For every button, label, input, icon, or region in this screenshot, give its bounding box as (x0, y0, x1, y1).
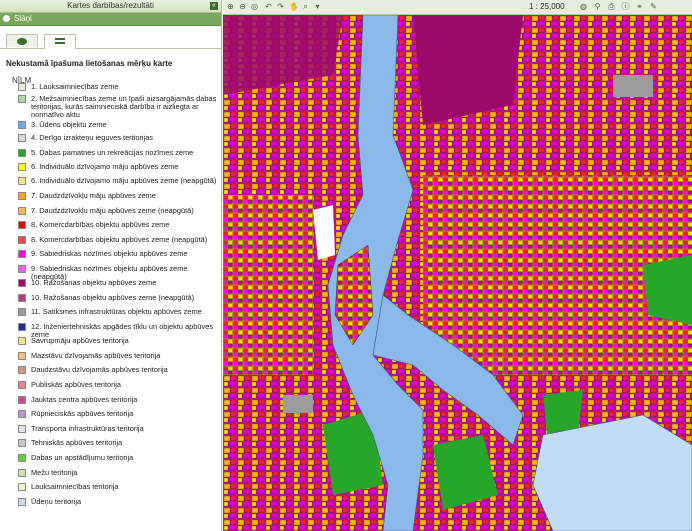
legend-swatch (18, 308, 26, 316)
tab-layers[interactable] (6, 34, 38, 47)
measure-icon[interactable]: ⚲ (593, 2, 602, 11)
legend-swatch (18, 250, 26, 258)
park-zone (643, 255, 692, 325)
legend-label: 1. Lauksaimniecības zeme (31, 82, 119, 91)
legend-label: 8. Komercdarbības objektu apbūves zeme (31, 220, 170, 229)
legend-label: 5. Dabas pamatnes un rekreācijas nozīmes… (31, 148, 194, 157)
layers-header-label: Slāņi (14, 14, 32, 23)
legend-swatch (18, 177, 26, 185)
panel-tabs (0, 34, 221, 49)
layers-icon (3, 15, 10, 22)
transport-zone (613, 75, 653, 97)
legend-label: Mežu teritorija (31, 468, 78, 477)
legend-swatch (18, 192, 26, 200)
print-icon[interactable]: ⎙ (607, 2, 616, 11)
legend-swatch (18, 294, 26, 302)
legend-label: Savrupmāju apbūves teritorija (31, 336, 129, 345)
urban-area-west (223, 195, 313, 375)
legend-label: 10. Ražošanas objektu apbūves zeme (neap… (31, 293, 195, 302)
legend-label: Publiskās apbūves teritorija (31, 380, 121, 389)
layers-panel: Kartes darbības/rezultāti « Slāņi Nekust… (0, 0, 222, 531)
legend-label: 7. Daudzdzīvokļu māju apbūves zeme (neap… (31, 206, 194, 215)
legend-label: Jauktas centra apbūves teritorija (31, 395, 138, 404)
legend-swatch (18, 483, 26, 491)
zoom-extent-icon[interactable]: ◎ (250, 2, 259, 11)
legend-label: 11. Satiksmes infrastruktūras objektu ap… (31, 307, 202, 316)
legend-swatch (18, 149, 26, 157)
legend-label: Dabas un apstādījumu teritorija (31, 453, 134, 462)
legend-label: Rūpnieciskās apbūves teritorija (31, 409, 134, 418)
forward-icon[interactable]: ↷ (276, 2, 285, 11)
layers-stack-icon (17, 38, 27, 45)
link-icon[interactable]: ⚭ (635, 2, 644, 11)
legend-label: Daudzstāvu dzīvojamās apbūves teritorija (31, 365, 168, 374)
legend-label: Tehniskās apbūves teritorija (31, 438, 123, 447)
transport-zone (283, 395, 313, 413)
map-area: ⊕ ⊖ ◎ ↶ ↷ ✋ ⌕ ▾ ◍ ⚲ ⎙ ⓘ ⚭ ✎ 1 : 25,000 (223, 0, 692, 531)
water-body (532, 414, 692, 531)
legend-swatch (18, 469, 26, 477)
dropdown-arrow-icon[interactable]: ▾ (313, 2, 322, 11)
legend-swatch (18, 279, 26, 287)
legend-swatch (18, 410, 26, 418)
legend-label: 6. Individuālo dzīvojamo māju apbūves ze… (31, 176, 217, 185)
legend-swatch (18, 95, 26, 103)
zoom-in-icon[interactable]: ⊕ (226, 2, 235, 11)
legend-swatch (18, 425, 26, 433)
legend-label: Ūdeņu teritorija (31, 497, 82, 506)
panel-title: Kartes darbības/rezultāti (67, 1, 154, 10)
legend-swatch (18, 221, 26, 229)
legend-label: 6. Individuālo dzīvojamo māju apbūves ze… (31, 162, 179, 171)
legend-swatch (18, 396, 26, 404)
legend-swatch (18, 207, 26, 215)
legend-swatch (18, 134, 26, 142)
tab-legend[interactable] (44, 34, 76, 49)
legend-label: 3. Ūdens objektu zeme (31, 120, 107, 129)
double-arrow-left-icon[interactable]: « (210, 2, 218, 10)
legend-label: 8. Komercdarbības objektu apbūves zeme (… (31, 235, 208, 244)
legend-label: 7. Daudzdzīvokļu māju apbūves zeme (31, 191, 156, 200)
legend-swatch (18, 236, 26, 244)
legend-swatch (18, 366, 26, 374)
scale-label: 1 : 25,000 (529, 2, 565, 11)
legend-swatch (18, 265, 26, 273)
pan-hand-icon[interactable]: ✋ (289, 2, 299, 11)
map-svg[interactable] (223, 15, 692, 531)
legend-label: 4. Derīgo izrakteņu ieguves teritorijas (31, 133, 154, 142)
search-icon[interactable]: ⌕ (301, 2, 310, 11)
map-canvas[interactable] (223, 15, 692, 531)
legend-swatch (18, 498, 26, 506)
edit-icon[interactable]: ✎ (649, 2, 658, 11)
legend-title: Nekustamā īpašuma lietošanas mērķu karte (6, 59, 173, 68)
legend-swatch (18, 121, 26, 129)
legend-label: 9. Sabiedriskas nozīmes objektu apbūves … (31, 249, 188, 258)
legend-label: Lauksaimniecības teritorija (31, 482, 119, 491)
legend-swatch (18, 352, 26, 360)
legend-label: 2. Mežsaimniecības zeme un īpaši aizsarg… (31, 94, 217, 119)
info-icon[interactable]: ⓘ (621, 2, 630, 11)
legend-swatch (18, 454, 26, 462)
list-icon (55, 38, 65, 44)
map-toolbar: ⊕ ⊖ ◎ ↶ ↷ ✋ ⌕ ▾ ◍ ⚲ ⎙ ⓘ ⚭ ✎ 1 : 25,000 (223, 0, 692, 15)
legend-label: Transporta infrastruktūras teritorija (31, 424, 144, 433)
legend-swatch (18, 381, 26, 389)
back-icon[interactable]: ↶ (264, 2, 273, 11)
globe-icon[interactable]: ◍ (579, 2, 588, 11)
legend-label: Mazstāvu dzīvojamās apbūves teritorija (31, 351, 161, 360)
legend-swatch (18, 163, 26, 171)
legend-label: 10. Ražošanas objektu apbūves zeme (31, 278, 157, 287)
zoom-out-icon[interactable]: ⊖ (238, 2, 247, 11)
legend-swatch (18, 439, 26, 447)
legend-swatch (18, 83, 26, 91)
layers-header[interactable]: Slāņi (0, 13, 221, 26)
legend-swatch (18, 337, 26, 345)
legend-swatch (18, 323, 26, 331)
panel-title-bar: Kartes darbības/rezultāti « (0, 0, 221, 13)
